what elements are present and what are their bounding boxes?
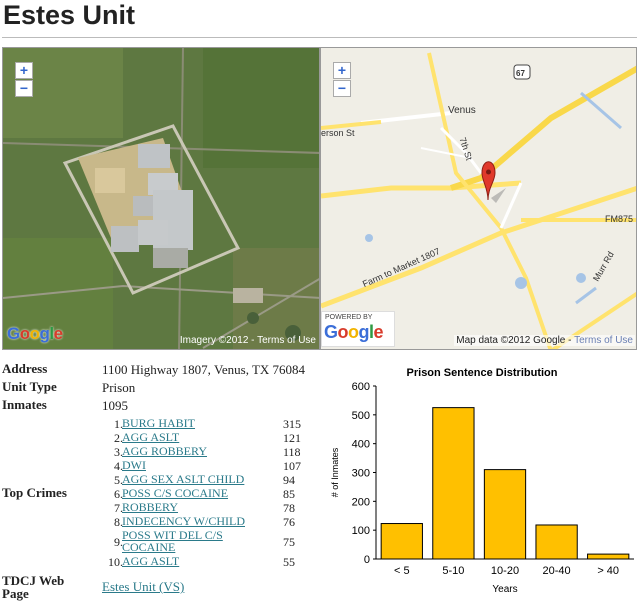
- crime-link[interactable]: AGG ASLT: [122, 431, 272, 443]
- crime-count: 85: [283, 487, 295, 501]
- y-axis-label: # of Inmates: [330, 447, 340, 497]
- map-attribution: Imagery ©2012 - Terms of Use: [179, 335, 316, 346]
- inmates-label: Inmates: [2, 397, 47, 412]
- satellite-imagery: [3, 48, 319, 349]
- bar: [535, 524, 578, 560]
- crime-link[interactable]: ROBBERY: [122, 501, 272, 513]
- satellite-map[interactable]: + − Google Imagery ©2012 - Terms of Use: [2, 47, 320, 350]
- unit-type-label: Unit Type: [2, 379, 57, 394]
- crime-count: 78: [283, 501, 295, 515]
- crime-link[interactable]: INDECENCY W/CHILD: [122, 515, 272, 527]
- y-tick-label: 600: [352, 381, 370, 393]
- crime-count: 94: [283, 473, 295, 487]
- address-label: Address: [2, 361, 48, 376]
- crime-rank: 10.: [108, 555, 123, 569]
- terms-of-use-link[interactable]: Terms of Use: [574, 335, 633, 346]
- zoom-in-button[interactable]: +: [15, 62, 33, 79]
- erson-st-label: erson St: [321, 128, 355, 138]
- crime-link[interactable]: AGG ASLT: [122, 555, 272, 567]
- page-title: Estes Unit: [3, 0, 136, 30]
- crime-count: 75: [283, 535, 295, 549]
- y-tick-label: 0: [364, 554, 370, 566]
- crime-count: 107: [283, 459, 301, 473]
- top-crimes-label: Top Crimes: [2, 485, 67, 500]
- y-tick-label: 100: [352, 525, 370, 537]
- y-tick-label: 500: [352, 410, 370, 422]
- unit-type-value: Prison: [102, 380, 136, 395]
- crime-link[interactable]: POSS WIT DEL C/S COCAINE: [122, 529, 237, 553]
- road-map[interactable]: 67 Venus 7th St erson St FM875 Farm to M…: [320, 47, 637, 350]
- fm875-label: FM875: [605, 214, 634, 224]
- google-logo[interactable]: Google: [7, 324, 63, 344]
- title-divider: [2, 37, 637, 38]
- road-map-tiles: [321, 48, 636, 349]
- crime-link[interactable]: AGG SEX ASLT CHILD: [122, 473, 272, 485]
- map-attribution: Map data ©2012 Google - Terms of Use: [454, 335, 635, 346]
- zoom-out-button[interactable]: −: [333, 80, 351, 97]
- sentence-distribution-chart: Prison Sentence Distribution 0 100 200 300 4…: [330, 367, 634, 595]
- tdcj-web-link-container: Estes Unit (VS): [102, 579, 184, 595]
- crime-link[interactable]: POSS C/S COCAINE: [122, 487, 272, 499]
- bar: [483, 469, 527, 560]
- zoom-in-button[interactable]: +: [333, 62, 351, 79]
- crime-count: 315: [283, 417, 301, 431]
- x-tick-label: > 40: [597, 565, 619, 577]
- estes-unit-link[interactable]: Estes Unit (VS): [102, 579, 184, 594]
- x-tick-label: < 5: [394, 565, 410, 577]
- x-tick-label: 5-10: [442, 565, 464, 577]
- crime-count: 118: [283, 445, 301, 459]
- x-tick-label: 20-40: [543, 565, 571, 577]
- crime-count: 76: [283, 515, 295, 529]
- crime-count: 55: [283, 555, 295, 569]
- hwy-67-shield: 67: [516, 69, 525, 78]
- bar: [587, 553, 630, 560]
- chart-title: Prison Sentence Distribution: [407, 367, 558, 379]
- crime-link[interactable]: AGG ROBBERY: [122, 445, 272, 457]
- google-logo: Google: [324, 322, 384, 342]
- powered-by-google-logo[interactable]: POWERED BY Google: [321, 311, 395, 347]
- bar: [432, 407, 475, 560]
- y-tick-label: 300: [352, 468, 370, 480]
- crime-link[interactable]: DWI: [122, 459, 272, 471]
- inmates-value: 1095: [102, 398, 128, 413]
- crime-count: 121: [283, 431, 301, 445]
- y-tick-label: 400: [352, 439, 370, 451]
- crime-link[interactable]: BURG HABIT: [122, 417, 272, 429]
- zoom-out-button[interactable]: −: [15, 80, 33, 97]
- x-tick-label: 10-20: [491, 565, 519, 577]
- x-axis-label: Years: [492, 584, 517, 595]
- bar: [380, 523, 423, 560]
- y-tick-label: 200: [352, 496, 370, 508]
- terms-of-use-link[interactable]: Terms of Use: [257, 335, 316, 346]
- venus-label: Venus: [448, 105, 476, 116]
- address-value: 1100 Highway 1807, Venus, TX 76084: [102, 362, 306, 377]
- tdcj-web-page-label: TDCJ Web Page: [2, 573, 65, 601]
